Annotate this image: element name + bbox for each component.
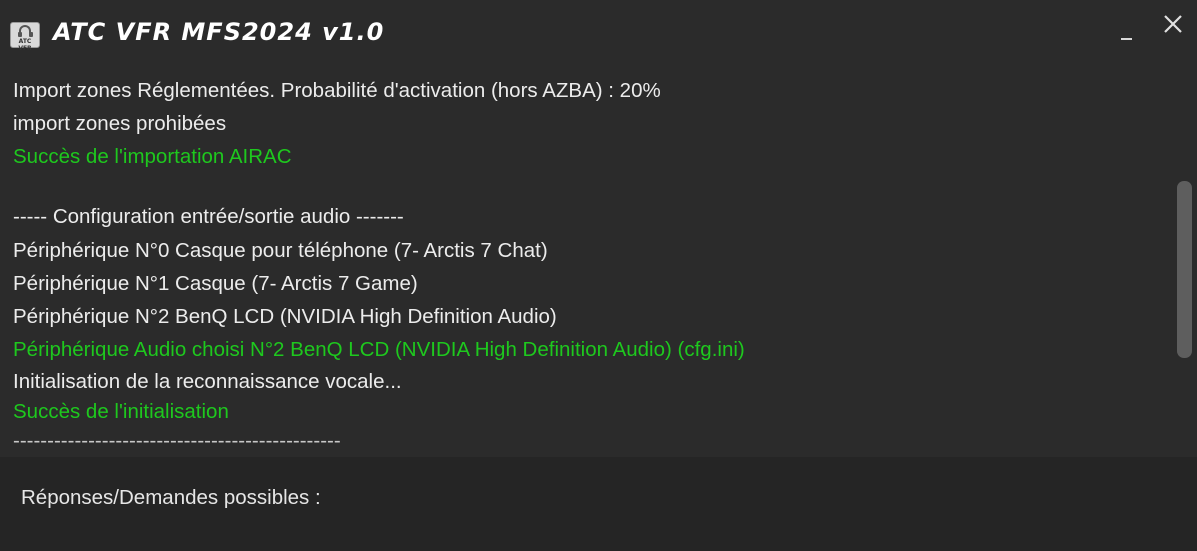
app-icon-text: ATC VFR <box>18 38 32 52</box>
log-output-area[interactable]: Import zones Réglementées. Probabilité d… <box>0 58 1197 457</box>
responses-panel: Réponses/Demandes possibles : <box>0 457 1197 551</box>
headset-ear-right <box>29 32 33 37</box>
log-line-success: Succès de l'importation AIRAC <box>13 145 292 168</box>
log-scrollbar-thumb[interactable] <box>1177 181 1192 358</box>
minimize-icon <box>1121 38 1132 40</box>
headset-app-icon: ATC VFR <box>10 22 40 52</box>
log-line: Périphérique N°2 BenQ LCD (NVIDIA High D… <box>13 305 557 328</box>
log-line: Périphérique N°1 Casque (7- Arctis 7 Gam… <box>13 272 418 295</box>
log-line: Périphérique N°0 Casque pour téléphone (… <box>13 239 548 262</box>
log-line: Import zones Réglementées. Probabilité d… <box>13 79 661 102</box>
log-line-success: Succès de l'initialisation <box>13 400 229 423</box>
log-line: ----- Configuration entrée/sortie audio … <box>13 205 404 228</box>
app-window: ATC VFR ATC VFR MFS2024 v1.0 Import zone… <box>0 0 1197 551</box>
log-line: Initialisation de la reconnaissance voca… <box>13 370 402 393</box>
close-button[interactable] <box>1155 10 1189 44</box>
minimize-button[interactable] <box>1112 14 1142 50</box>
close-icon <box>1164 15 1182 33</box>
headset-ear-left <box>18 32 22 37</box>
title-bar[interactable]: ATC VFR ATC VFR MFS2024 v1.0 <box>0 0 1197 58</box>
responses-label: Réponses/Demandes possibles : <box>21 486 321 509</box>
log-line-separator: ----------------------------------------… <box>13 429 341 452</box>
log-line: import zones prohibées <box>13 112 227 135</box>
log-line-success: Périphérique Audio choisi N°2 BenQ LCD (… <box>13 338 745 361</box>
window-title: ATC VFR MFS2024 v1.0 <box>53 18 385 46</box>
